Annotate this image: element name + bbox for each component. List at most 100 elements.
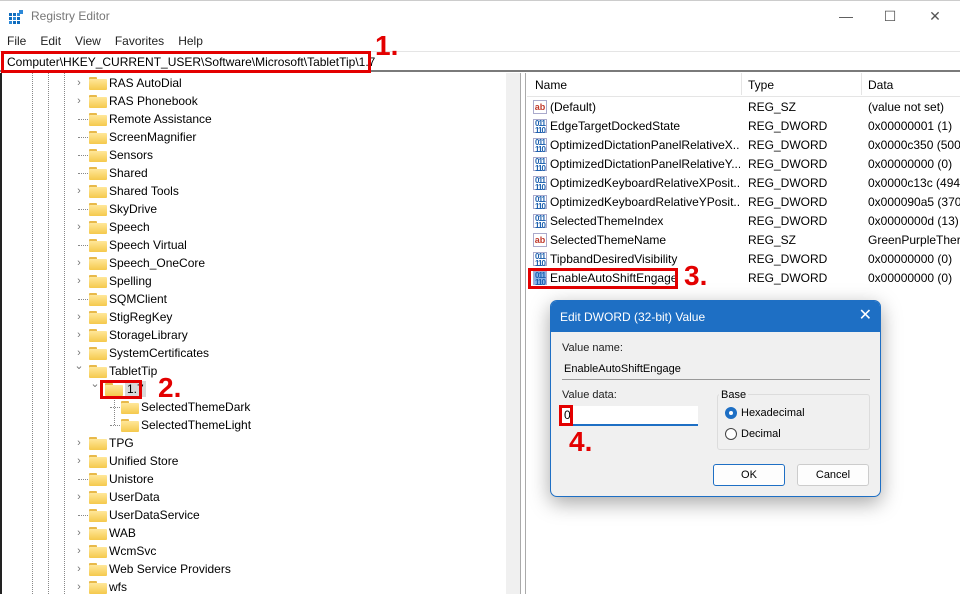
value-type: REG_DWORD bbox=[748, 119, 828, 133]
chevron-right-icon[interactable]: › bbox=[74, 184, 84, 198]
value-row[interactable]: 011 110 OptimizedKeyboardRelativeYPosit..… bbox=[527, 193, 960, 212]
tree-item[interactable]: › UserData bbox=[2, 488, 502, 506]
column-header-name[interactable]: Name bbox=[535, 78, 567, 92]
ok-button[interactable]: OK bbox=[713, 464, 785, 486]
dialog-title-bar[interactable]: Edit DWORD (32-bit) Value ✕ bbox=[551, 301, 880, 332]
dialog-close-button[interactable]: ✕ bbox=[859, 307, 872, 325]
pane-splitter[interactable] bbox=[520, 73, 526, 594]
value-row[interactable]: 011 110 TipbandDesiredVisibility REG_DWORD… bbox=[527, 250, 960, 269]
column-separator[interactable] bbox=[741, 73, 742, 95]
tree-item[interactable]: UserDataService bbox=[2, 506, 502, 524]
value-row[interactable]: 011 110 OptimizedKeyboardRelativeXPosit..… bbox=[527, 174, 960, 193]
menu-help[interactable]: Help bbox=[171, 32, 210, 50]
tree-item-label: TabletTip bbox=[109, 364, 158, 378]
tree-item[interactable]: › WAB bbox=[2, 524, 502, 542]
chevron-right-icon[interactable]: › bbox=[74, 94, 84, 108]
tree-item[interactable]: ⌄ 1.7 bbox=[2, 377, 502, 398]
tree-item[interactable]: Remote Assistance bbox=[2, 110, 502, 128]
tree-item[interactable]: SelectedThemeLight bbox=[2, 416, 502, 434]
tree-item[interactable]: › WcmSvc bbox=[2, 542, 502, 560]
tree-item[interactable]: Unistore bbox=[2, 470, 502, 488]
chevron-right-icon[interactable]: › bbox=[74, 526, 84, 540]
chevron-down-icon[interactable]: ⌄ bbox=[90, 377, 100, 391]
address-path[interactable]: Computer\HKEY_CURRENT_USER\Software\Micr… bbox=[7, 55, 375, 69]
value-row[interactable]: 011 110 OptimizedDictationPanelRelativeX.… bbox=[527, 136, 960, 155]
chevron-right-icon[interactable]: › bbox=[74, 490, 84, 504]
folder-icon bbox=[105, 383, 123, 396]
tree-item[interactable]: ⌄ TabletTip bbox=[2, 359, 502, 380]
tree-item[interactable]: › Web Service Providers bbox=[2, 560, 502, 578]
address-bar[interactable]: Computer\HKEY_CURRENT_USER\Software\Micr… bbox=[0, 51, 960, 72]
value-name: (Default) bbox=[550, 100, 597, 114]
radio-decimal[interactable]: Decimal bbox=[725, 426, 781, 442]
cancel-button[interactable]: Cancel bbox=[797, 464, 869, 486]
tree-item[interactable]: ScreenMagnifier bbox=[2, 128, 502, 146]
tree-item[interactable]: › wfs bbox=[2, 578, 502, 594]
tree-item-label: Sensors bbox=[109, 148, 154, 162]
tree-item[interactable]: SkyDrive bbox=[2, 200, 502, 218]
tree-item[interactable]: › StigRegKey bbox=[2, 308, 502, 326]
value-row[interactable]: ab (Default) REG_SZ (value not set) bbox=[527, 98, 960, 117]
chevron-right-icon[interactable]: › bbox=[74, 544, 84, 558]
folder-icon bbox=[89, 77, 107, 90]
value-row[interactable]: 011 110 EnableAutoShiftEngage REG_DWORD 0x0… bbox=[527, 269, 960, 288]
minimize-button[interactable]: — bbox=[823, 1, 869, 31]
radio-hexadecimal[interactable]: Hexadecimal bbox=[725, 405, 805, 421]
chevron-right-icon[interactable]: › bbox=[74, 220, 84, 234]
tree-item[interactable]: › RAS Phonebook bbox=[2, 92, 502, 110]
tree-item[interactable]: SQMClient bbox=[2, 290, 502, 308]
chevron-right-icon[interactable]: › bbox=[74, 562, 84, 576]
tree-item[interactable]: › Shared Tools bbox=[2, 182, 502, 200]
folder-icon bbox=[89, 473, 107, 486]
column-header-data[interactable]: Data bbox=[868, 78, 893, 92]
tree-item[interactable]: › Spelling bbox=[2, 272, 502, 290]
chevron-down-icon[interactable]: ⌄ bbox=[74, 359, 84, 373]
tree-item[interactable]: › Speech bbox=[2, 218, 502, 236]
value-row[interactable]: 011 110 SelectedThemeIndex REG_DWORD 0x0000… bbox=[527, 212, 960, 231]
key-tree-pane[interactable]: › RAS AutoDial › RAS Phonebook Remote Assist… bbox=[0, 73, 520, 594]
tree-item[interactable]: › Unified Store bbox=[2, 452, 502, 470]
chevron-right-icon[interactable]: › bbox=[74, 454, 84, 468]
tree-item[interactable]: Shared bbox=[2, 164, 502, 182]
tree-item-label: UserData bbox=[109, 490, 160, 504]
maximize-button[interactable]: ☐ bbox=[867, 1, 913, 31]
menu-view[interactable]: View bbox=[68, 32, 108, 50]
chevron-right-icon[interactable]: › bbox=[74, 436, 84, 450]
chevron-right-icon[interactable]: › bbox=[74, 346, 84, 360]
menu-edit[interactable]: Edit bbox=[33, 32, 68, 50]
close-window-button[interactable]: ✕ bbox=[912, 1, 958, 31]
value-row[interactable]: 011 110 OptimizedDictationPanelRelativeY.… bbox=[527, 155, 960, 174]
chevron-right-icon[interactable]: › bbox=[74, 580, 84, 594]
tree-item[interactable]: › StorageLibrary bbox=[2, 326, 502, 344]
tree-connector-line bbox=[78, 479, 88, 480]
tree-vertical-scrollbar[interactable] bbox=[506, 73, 520, 594]
column-separator[interactable] bbox=[861, 73, 862, 95]
chevron-right-icon[interactable]: › bbox=[74, 274, 84, 288]
chevron-right-icon[interactable]: › bbox=[74, 310, 84, 324]
chevron-right-icon[interactable]: › bbox=[74, 256, 84, 270]
menu-favorites[interactable]: Favorites bbox=[108, 32, 171, 50]
value-row[interactable]: ab SelectedThemeName REG_SZ GreenPurpleTher bbox=[527, 231, 960, 250]
tree-item[interactable]: Speech Virtual bbox=[2, 236, 502, 254]
value-name: SelectedThemeName bbox=[550, 233, 667, 247]
value-data: 0x00000000 (0) bbox=[868, 252, 953, 266]
tree-item[interactable]: Sensors bbox=[2, 146, 502, 164]
value-data-input[interactable]: 0 bbox=[562, 406, 698, 426]
value-type: REG_DWORD bbox=[748, 176, 828, 190]
dialog-title: Edit DWORD (32-bit) Value bbox=[560, 310, 706, 324]
chevron-right-icon[interactable]: › bbox=[74, 76, 84, 90]
tree-item[interactable]: › TPG bbox=[2, 434, 502, 452]
folder-icon bbox=[89, 293, 107, 306]
value-data-label: Value data: bbox=[562, 389, 617, 401]
menu-file[interactable]: File bbox=[0, 32, 33, 50]
value-row[interactable]: 011 110 EdgeTargetDockedState REG_DWORD 0x0… bbox=[527, 117, 960, 136]
tree-item[interactable]: › Speech_OneCore bbox=[2, 254, 502, 272]
chevron-right-icon[interactable]: › bbox=[74, 328, 84, 342]
column-header-type[interactable]: Type bbox=[748, 78, 774, 92]
value-data: 0x00000000 (0) bbox=[868, 271, 953, 285]
value-data: 0x00000001 (1) bbox=[868, 119, 953, 133]
value-data: 0x0000c350 (5000 bbox=[868, 138, 960, 152]
tree-item[interactable]: SelectedThemeDark bbox=[2, 398, 502, 416]
tree-item[interactable]: › RAS AutoDial bbox=[2, 74, 502, 92]
tree-connector-line bbox=[78, 155, 88, 156]
